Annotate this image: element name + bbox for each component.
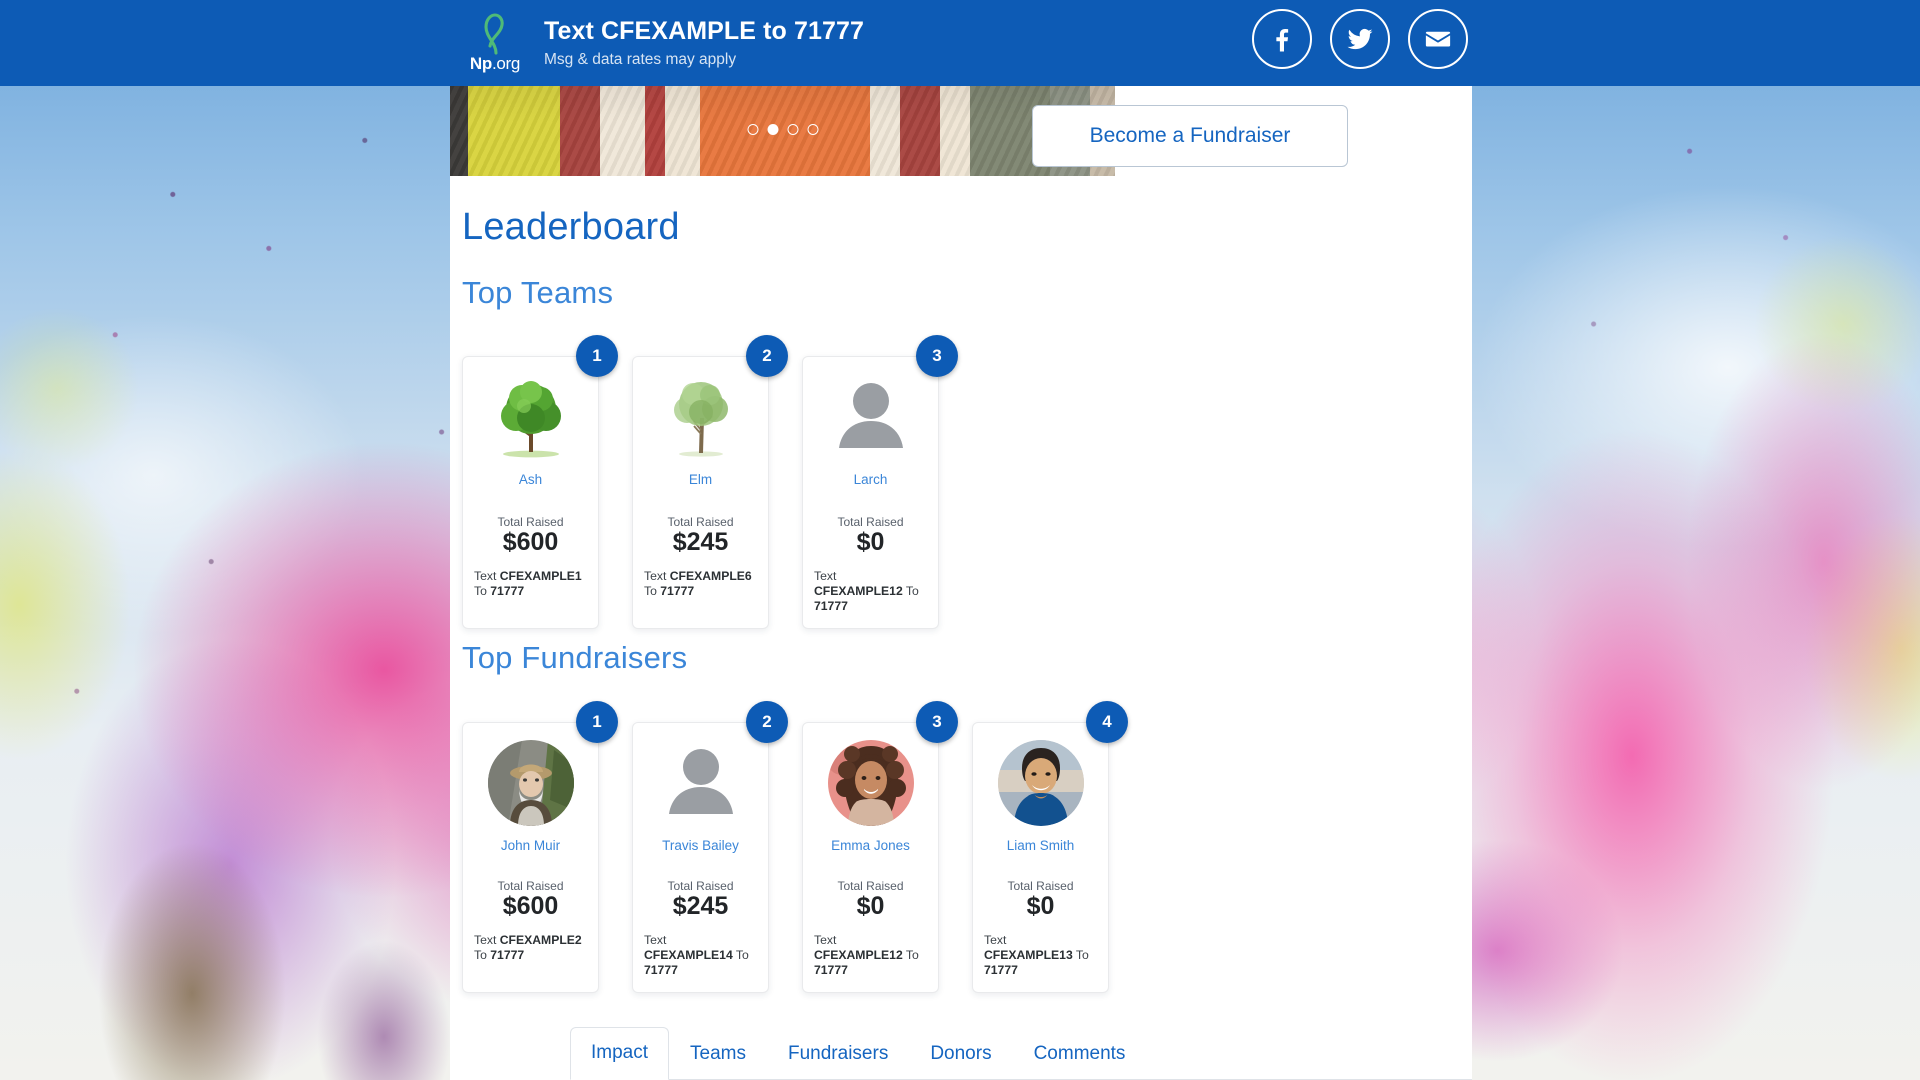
hero-carousel[interactable] xyxy=(450,86,1115,176)
photo-bearded-man-hat-icon xyxy=(487,738,575,826)
text-to-donate-headline: Text CFEXAMPLE to 71777 xyxy=(544,16,864,45)
shortcode: 71777 xyxy=(814,963,848,977)
top-fundraisers-row: 1 John Muir Total Raised $600 Text CFEXA… xyxy=(462,701,1128,993)
text-to-give-instruction: Text CFEXAMPLE2 To 71777 xyxy=(474,933,582,962)
total-raised-label: Total Raised xyxy=(667,879,734,893)
carousel-dot-1[interactable] xyxy=(747,124,758,135)
rank-badge: 1 xyxy=(576,335,618,377)
text-to-give-instruction: Text CFEXAMPLE12 To 71777 xyxy=(814,933,919,977)
team-name[interactable]: Larch xyxy=(814,472,927,487)
total-raised-amount: $600 xyxy=(502,528,559,556)
keyword: CFEXAMPLE12 xyxy=(814,584,903,598)
total-raised-amount: $245 xyxy=(672,892,729,920)
placeholder-person-icon xyxy=(827,372,915,460)
keyword: CFEXAMPLE6 xyxy=(669,569,752,583)
total-raised-amount: $600 xyxy=(502,892,559,920)
keyword: CFEXAMPLE12 xyxy=(814,948,903,962)
shortcode: 71777 xyxy=(644,963,678,977)
rank-badge: 1 xyxy=(576,701,618,743)
keyword: CFEXAMPLE14 xyxy=(644,948,733,962)
tab-teams[interactable]: Teams xyxy=(669,1028,767,1080)
text-to-give-instruction: Text CFEXAMPLE12 To 71777 xyxy=(814,569,919,613)
np-org-logo[interactable]: Np.org xyxy=(462,12,528,74)
social-links xyxy=(1252,9,1468,69)
email-icon[interactable] xyxy=(1408,9,1468,69)
total-raised-label: Total Raised xyxy=(497,879,564,893)
fundraiser-name[interactable]: Liam Smith xyxy=(984,838,1097,853)
total-raised-label: Total Raised xyxy=(837,515,904,529)
tree-light-icon xyxy=(657,372,745,460)
total-raised-label: Total Raised xyxy=(667,515,734,529)
keyword: CFEXAMPLE2 xyxy=(499,933,582,947)
photo-smiling-man-icon xyxy=(997,738,1085,826)
rank-badge: 2 xyxy=(746,701,788,743)
top-fundraisers-title: Top Fundraisers xyxy=(462,640,688,675)
tab-comments[interactable]: Comments xyxy=(1013,1028,1147,1080)
shortcode: 71777 xyxy=(490,584,525,598)
shortcode: 71777 xyxy=(814,599,848,613)
text-to-give-instruction: Text CFEXAMPLE14 To 71777 xyxy=(644,933,749,977)
text-to-give-instruction: Text CFEXAMPLE13 To 71777 xyxy=(984,933,1089,977)
carousel-dot-3[interactable] xyxy=(787,124,798,135)
tab-impact[interactable]: Impact xyxy=(570,1027,670,1080)
green-ribbon-icon xyxy=(462,12,528,55)
total-raised-label: Total Raised xyxy=(837,879,904,893)
fundraiser-name[interactable]: Travis Bailey xyxy=(644,838,757,853)
fundraiser-card[interactable]: 3 Emma Jones Total Raised $0 Text CFEXAM… xyxy=(802,701,958,993)
top-teams-title: Top Teams xyxy=(462,275,614,310)
carousel-dots[interactable] xyxy=(747,124,818,135)
leaderboard-title: Leaderboard xyxy=(462,206,680,248)
photo-curly-hair-woman-icon xyxy=(827,738,915,826)
total-raised-label: Total Raised xyxy=(497,515,564,529)
tab-donors[interactable]: Donors xyxy=(909,1028,1012,1080)
shortcode: 71777 xyxy=(984,963,1018,977)
become-a-fundraiser-button[interactable]: Become a Fundraiser xyxy=(1032,105,1348,167)
total-raised-amount: $0 xyxy=(1026,892,1055,920)
topbar-message-group: Np.org Text CFEXAMPLE to 71777 Msg & dat… xyxy=(462,0,864,86)
total-raised-amount: $0 xyxy=(856,528,885,556)
msg-rates-disclaimer: Msg & data rates may apply xyxy=(544,50,737,68)
top-banner: Np.org Text CFEXAMPLE to 71777 Msg & dat… xyxy=(0,0,1920,86)
content-tabs: Impact Teams Fundraisers Donors Comments xyxy=(570,1022,1472,1080)
content-panel: Become a Fundraiser Leaderboard Top Team… xyxy=(450,0,1472,1080)
keyword: CFEXAMPLE13 xyxy=(984,948,1073,962)
shortcode: 71777 xyxy=(490,948,525,962)
carousel-dot-4[interactable] xyxy=(807,124,818,135)
fundraiser-card[interactable]: 2 Travis Bailey Total Raised $245 Text C… xyxy=(632,701,788,993)
rank-badge: 2 xyxy=(746,335,788,377)
topbar-text-block: Text CFEXAMPLE to 71777 Msg & data rates… xyxy=(544,16,864,71)
team-name[interactable]: Elm xyxy=(644,472,757,487)
fundraiser-card[interactable]: 1 John Muir Total Raised $600 Text CFEXA… xyxy=(462,701,618,993)
top-teams-row: 1 Ash Total Raised $600 Text CFEXAMPLE1 … xyxy=(462,335,958,629)
fundraiser-name[interactable]: John Muir xyxy=(474,838,587,853)
total-raised-amount: $0 xyxy=(856,892,885,920)
fundraiser-name[interactable]: Emma Jones xyxy=(814,838,927,853)
total-raised-label: Total Raised xyxy=(1007,879,1074,893)
total-raised-amount: $245 xyxy=(672,528,729,556)
keyword: CFEXAMPLE1 xyxy=(499,569,582,583)
team-card[interactable]: 2 Elm Total Raised $245 Text CFEXAMPLE6 … xyxy=(632,335,788,629)
team-card[interactable]: 1 Ash Total Raised $600 Text CFEXAMPLE1 … xyxy=(462,335,618,629)
shortcode: 71777 xyxy=(660,584,695,598)
rank-badge: 4 xyxy=(1086,701,1128,743)
facebook-icon[interactable] xyxy=(1252,9,1312,69)
rank-badge: 3 xyxy=(916,335,958,377)
text-to-give-instruction: Text CFEXAMPLE6 To 71777 xyxy=(644,569,752,598)
text-to-give-instruction: Text CFEXAMPLE1 To 71777 xyxy=(474,569,582,598)
rank-badge: 3 xyxy=(916,701,958,743)
twitter-icon[interactable] xyxy=(1330,9,1390,69)
fundraiser-card[interactable]: 4 Liam Smith Total Raised $0 Text CFEXAM… xyxy=(972,701,1128,993)
team-card[interactable]: 3 Larch Total Raised $0 Text CFEXAMPLE12… xyxy=(802,335,958,629)
team-name[interactable]: Ash xyxy=(474,472,587,487)
tab-fundraisers[interactable]: Fundraisers xyxy=(767,1028,909,1080)
carousel-dot-2[interactable] xyxy=(767,124,778,135)
np-org-wordmark: Np.org xyxy=(469,53,521,73)
tree-green-full-icon xyxy=(487,372,575,460)
placeholder-person-icon xyxy=(657,738,745,826)
